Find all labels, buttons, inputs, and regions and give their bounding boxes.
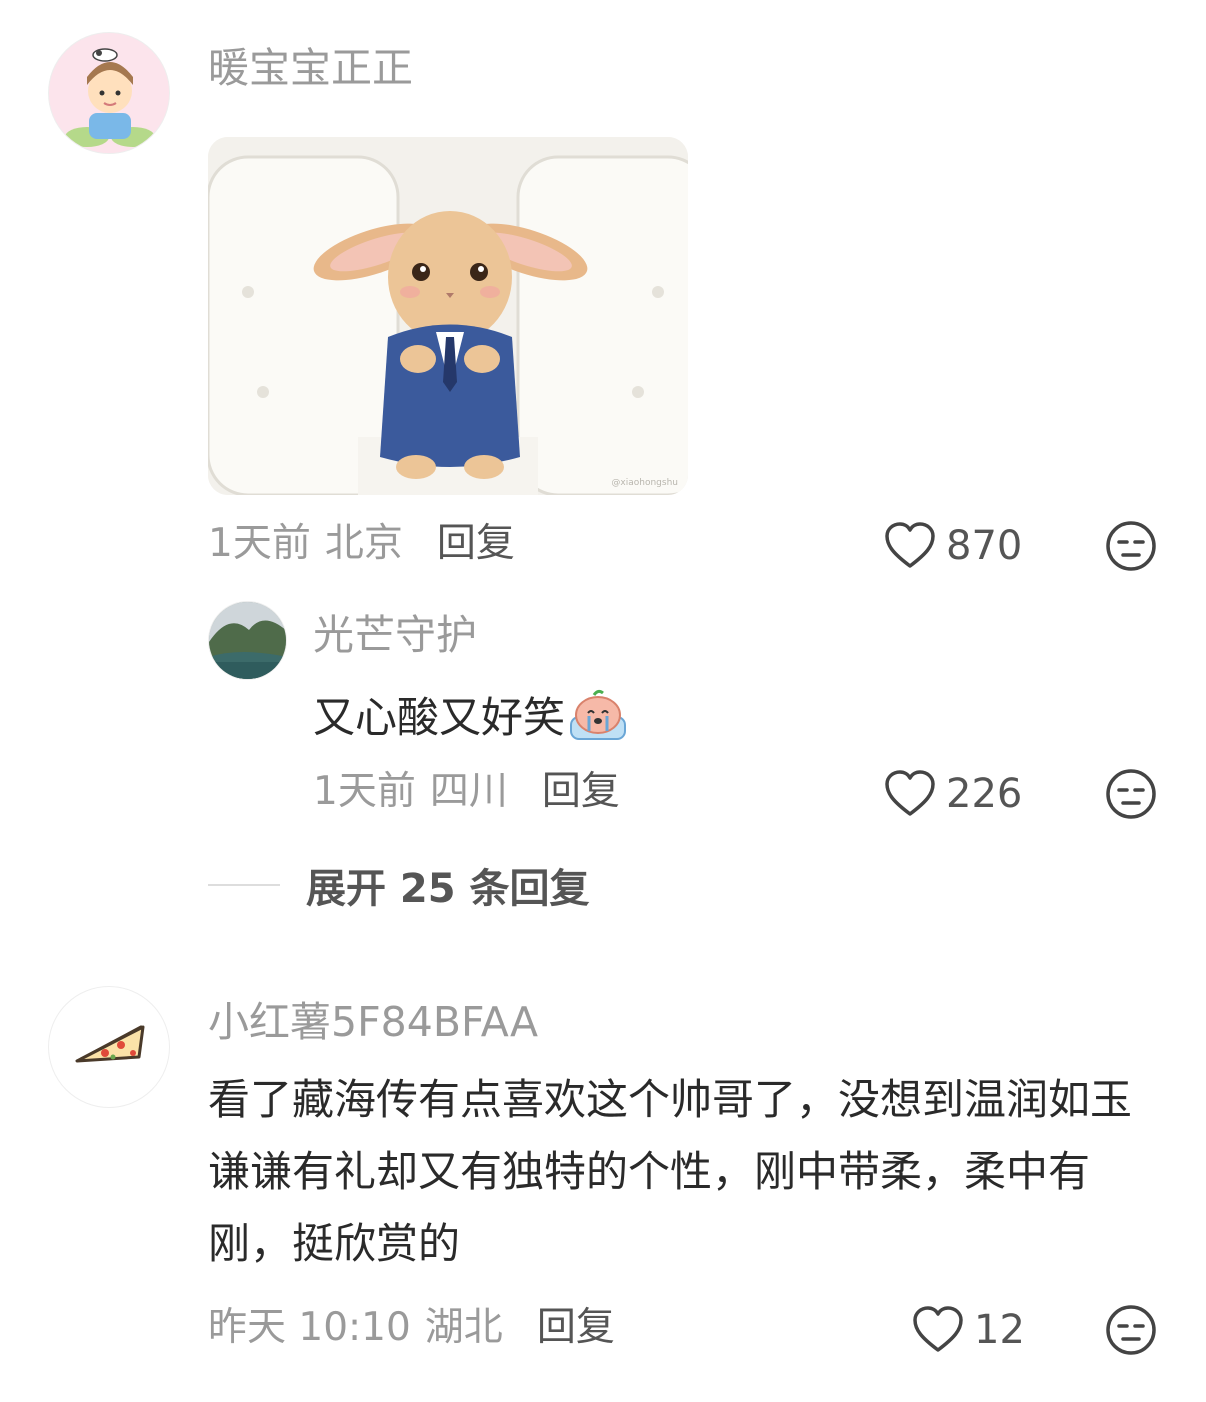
like-button[interactable]: 226 [884,770,1022,818]
reply-time: 1天前 [313,769,416,814]
like-count: 226 [946,771,1023,817]
divider-line [208,884,280,886]
dislike-face-icon[interactable] [1105,520,1157,572]
reply-text-row: 又心酸又好笑 [313,684,629,745]
comment-location: 湖北 [424,1305,503,1350]
comment-username[interactable]: 小红薯5F84BFAA [208,1002,538,1043]
comment-meta: 1天前 北京 回复 [208,524,515,563]
avatar[interactable] [48,986,170,1108]
reply-location: 四川 [429,769,508,814]
comment-location: 北京 [324,521,403,566]
image-watermark: @xiaohongshu [611,478,678,488]
comment-time: 昨天 10:10 [208,1305,411,1350]
reply-text: 又心酸又好笑 [313,693,566,742]
avatar[interactable] [208,601,287,680]
like-count: 870 [946,523,1023,569]
heart-icon [885,522,935,568]
like-button[interactable]: 870 [884,522,1022,570]
expand-replies-label: 展开 25 条回复 [306,866,590,912]
reply-button[interactable]: 回复 [542,772,620,811]
reply-button[interactable]: 回复 [437,524,515,563]
comment-text: 看了藏海传有点喜欢这个帅哥了，没想到温润如玉谦谦有礼却又有独特的个性，刚中带柔，… [208,1075,1133,1268]
comment-meta: 昨天 10:10 湖北 回复 [208,1308,615,1347]
comment-time: 1天前 [208,521,311,566]
crying-emoji-icon [570,689,627,740]
reply-button[interactable]: 回复 [537,1308,615,1347]
heart-icon [885,770,935,816]
reply-username[interactable]: 光芒守护 [313,615,477,656]
avatar[interactable] [48,32,170,154]
heart-icon [913,1306,963,1352]
comment-username[interactable]: 暖宝宝正正 [208,48,413,89]
like-button[interactable]: 12 [912,1306,1025,1354]
reply-meta: 1天前 四川 回复 [313,772,620,811]
dislike-face-icon[interactable] [1105,1304,1157,1356]
expand-replies-button[interactable]: 展开 25 条回复 [208,856,590,914]
comment-image[interactable]: @xiaohongshu [208,137,688,495]
pizza-icon [75,1025,145,1063]
like-count: 12 [974,1307,1025,1353]
dislike-face-icon[interactable] [1105,768,1157,820]
